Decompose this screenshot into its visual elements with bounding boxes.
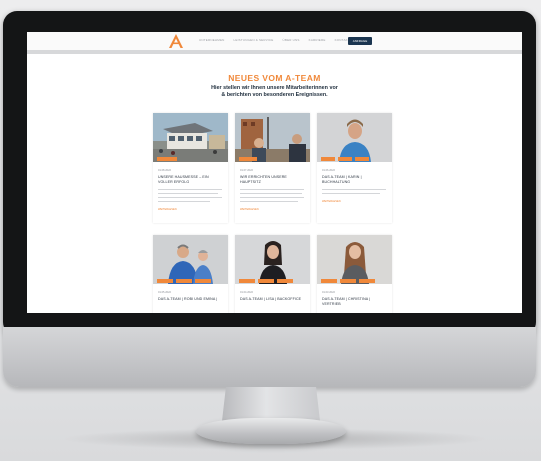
category-tag [258, 279, 274, 283]
excerpt-line [322, 189, 386, 190]
monitor-stand-neck [222, 387, 320, 421]
category-tag [338, 157, 352, 161]
post-date: 01.04.2022 [240, 291, 253, 294]
post-card[interactable]: 01.07.2022 WIR ERRICHTEN UNSERE HAUPTSIT… [235, 113, 310, 223]
category-tag [277, 279, 293, 283]
excerpt-line [240, 197, 304, 198]
post-image-construction [235, 113, 310, 162]
excerpt-line [158, 193, 218, 194]
anfrage-button[interactable]: ANFRAGE [348, 37, 372, 45]
category-tag [359, 279, 375, 283]
monitor-screen: UNTERNEHMEN LEISTUNGEN & SERVICE ÜBER UN… [27, 32, 522, 313]
category-tag [321, 279, 337, 283]
post-date: 01.03.2022 [322, 291, 335, 294]
post-card[interactable]: 01.04.2022 DAS A-TEAM | LISA | BACKOFFIC… [235, 235, 310, 313]
page-subtitle: Hier stellen wir Ihnen unsere Mitarbeite… [27, 85, 522, 99]
header-divider [27, 50, 522, 54]
post-image-woman-dark-hair [235, 235, 310, 284]
site-navbar: UNTERNEHMEN LEISTUNGEN & SERVICE ÜBER UN… [27, 32, 522, 51]
post-image-woman-long-hair [317, 235, 392, 284]
category-tag [355, 157, 369, 161]
post-title[interactable]: WIR ERRICHTEN UNSERE HAUPTSITZ [240, 175, 306, 185]
excerpt-line [240, 189, 304, 190]
excerpt-line [158, 201, 210, 202]
category-tag [239, 279, 255, 283]
read-more-link[interactable]: WEITERLESEN [240, 208, 259, 211]
category-tag [176, 279, 192, 283]
read-more-link[interactable]: WEITERLESEN [158, 208, 177, 211]
excerpt-line [322, 193, 380, 194]
post-date: 01.06.2022 [322, 169, 335, 172]
post-date: 01.07.2022 [240, 169, 253, 172]
category-tag [157, 279, 173, 283]
nav-links: UNTERNEHMEN LEISTUNGEN & SERVICE ÜBER UN… [199, 38, 350, 42]
post-date: 01.08.2022 [158, 169, 171, 172]
post-title[interactable]: UNSERE HAUSMESSE – EIN VOLLER ERFOLG [158, 175, 224, 185]
category-tag [340, 279, 356, 283]
nav-link-ueber-uns[interactable]: ÜBER UNS [283, 38, 300, 42]
page-title: NEUES VOM A-TEAM [228, 73, 321, 83]
excerpt-line [158, 197, 222, 198]
post-card[interactable]: 01.06.2022 DAS A-TEAM | KARIN | BUCHHALT… [317, 113, 392, 223]
post-title[interactable]: DAS A-TEAM | CHRISTINA | VERTRIEB [322, 297, 388, 307]
post-image-couple [153, 235, 228, 284]
category-tag [239, 157, 257, 161]
excerpt-line [158, 189, 222, 190]
a-logo-icon[interactable] [168, 34, 184, 48]
post-title[interactable]: DAS A-TEAM | LISA | BACKOFFICE [240, 297, 306, 302]
page-subtitle-line1: Hier stellen wir Ihnen unsere Mitarbeite… [211, 85, 338, 91]
post-image-portrait [317, 113, 392, 162]
nav-link-unternehmen[interactable]: UNTERNEHMEN [199, 38, 225, 42]
monitor-stand-base [196, 418, 346, 444]
post-card[interactable]: 01.03.2022 DAS A-TEAM | CHRISTINA | VERT… [317, 235, 392, 313]
category-tag [157, 157, 177, 161]
nav-link-leistungen[interactable]: LEISTUNGEN & SERVICE [234, 38, 274, 42]
category-tag [195, 279, 211, 283]
post-card[interactable]: 01.08.2022 UNSERE HAUSMESSE – EIN VOLLER… [153, 113, 228, 223]
read-more-link[interactable]: WEITERLESEN [322, 200, 341, 203]
nav-link-karriere[interactable]: KARRIERE [309, 38, 326, 42]
monitor-chin [3, 327, 536, 387]
post-title[interactable]: DAS A-TEAM | KARIN | BUCHHALTUNG [322, 175, 388, 185]
category-tag [321, 157, 335, 161]
page-subtitle-line2: & berichten von besonderen Ereignissen. [221, 92, 328, 98]
post-image-building [153, 113, 228, 162]
post-card[interactable]: 01.05.2022 DAS A-TEAM | ROBI UND EMINA | [153, 235, 228, 313]
excerpt-line [240, 193, 302, 194]
post-title[interactable]: DAS A-TEAM | ROBI UND EMINA | [158, 297, 224, 302]
excerpt-line [240, 201, 298, 202]
post-date: 01.05.2022 [158, 291, 171, 294]
